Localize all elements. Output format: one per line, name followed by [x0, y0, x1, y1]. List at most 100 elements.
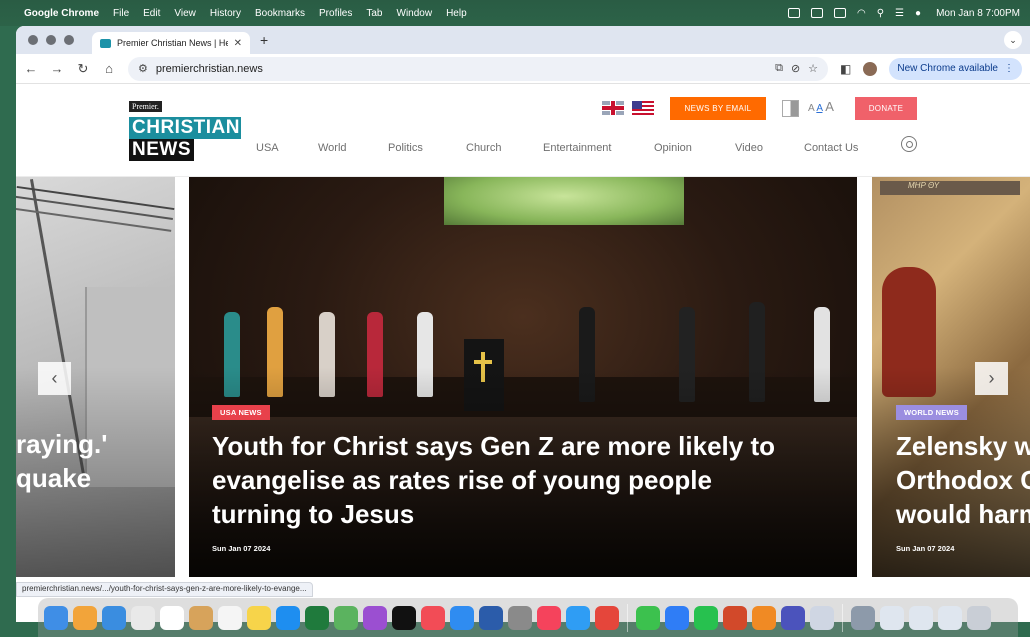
uk-flag-icon[interactable]	[602, 101, 624, 115]
install-app-icon[interactable]: ⧉	[775, 62, 783, 75]
zoom-window-button[interactable]	[64, 35, 74, 45]
back-arrow-icon[interactable]: ←	[24, 61, 38, 76]
nav-politics[interactable]: Politics	[388, 142, 423, 154]
menu-file[interactable]: File	[113, 8, 129, 19]
safari-icon[interactable]	[566, 605, 590, 630]
recent-window-icon[interactable]	[909, 605, 933, 630]
menu-edit[interactable]: Edit	[143, 8, 160, 19]
tab-premier-christian-news[interactable]: Premier Christian News | Hea ✕	[92, 32, 250, 54]
text-size-small[interactable]: A	[808, 103, 814, 114]
text-size-medium[interactable]: A	[816, 103, 822, 114]
mail-icon[interactable]	[102, 605, 126, 630]
nav-world[interactable]: World	[318, 142, 347, 154]
carousel-next-chevron-icon[interactable]: ›	[975, 362, 1008, 395]
control-center-icon[interactable]: ☰	[895, 8, 904, 19]
text-size-large[interactable]: A	[825, 99, 834, 114]
dock-separator	[627, 603, 628, 632]
menu-help[interactable]: Help	[446, 8, 467, 19]
word-icon[interactable]	[479, 605, 503, 630]
us-flag-icon[interactable]	[632, 101, 654, 115]
nav-opinion[interactable]: Opinion	[654, 142, 692, 154]
launchpad-icon[interactable]	[73, 605, 97, 630]
menu-profiles[interactable]: Profiles	[319, 8, 352, 19]
photos-icon[interactable]	[131, 605, 155, 630]
dock-separator	[842, 603, 843, 632]
nav-contact-us[interactable]: Contact Us	[804, 142, 858, 154]
spotlight-search-icon[interactable]: ⚲	[877, 8, 884, 19]
menu-bookmarks[interactable]: Bookmarks	[255, 8, 305, 19]
nav-usa[interactable]: USA	[256, 142, 279, 154]
tracking-protection-icon[interactable]: ⊘	[791, 62, 800, 75]
status-display-icon[interactable]	[810, 8, 823, 18]
powerpoint-icon[interactable]	[723, 605, 747, 630]
slide-headline[interactable]: Zelensky w Orthodox C would harm	[896, 429, 1030, 531]
recent-window-icon[interactable]	[938, 605, 962, 630]
contacts-icon[interactable]	[189, 605, 213, 630]
wifi-icon[interactable]: ◠	[857, 8, 866, 19]
nav-church[interactable]: Church	[466, 142, 501, 154]
app-menu-name[interactable]: Google Chrome	[24, 8, 99, 19]
close-window-button[interactable]	[28, 35, 38, 45]
app-store-icon[interactable]	[276, 605, 300, 630]
category-badge-world-news[interactable]: WORLD NEWS	[896, 405, 967, 420]
status-cloud-icon[interactable]	[787, 8, 800, 18]
nordvpn-icon[interactable]	[665, 605, 689, 630]
books-icon[interactable]	[752, 605, 776, 630]
reload-icon[interactable]: ↻	[76, 61, 90, 77]
excel-icon[interactable]	[305, 605, 329, 630]
menu-history[interactable]: History	[210, 8, 241, 19]
slide-headline[interactable]: raying.' quake	[16, 427, 107, 495]
reminders-icon[interactable]	[218, 605, 242, 630]
system-settings-icon[interactable]	[508, 605, 532, 630]
carousel-slide-current[interactable]: USA NEWS Youth for Christ says Gen Z are…	[189, 177, 857, 577]
news-icon[interactable]	[421, 605, 445, 630]
close-tab-icon[interactable]: ✕	[234, 38, 242, 49]
forward-arrow-icon[interactable]: →	[50, 61, 64, 76]
minimize-window-button[interactable]	[46, 35, 56, 45]
menu-view[interactable]: View	[174, 8, 196, 19]
messages-icon[interactable]	[636, 605, 660, 630]
premier-christian-news-logo[interactable]: Premier. CHRISTIAN NEWS	[129, 96, 241, 161]
finder-icon[interactable]	[44, 605, 68, 630]
preview-icon[interactable]	[810, 605, 834, 630]
whatsapp-icon[interactable]	[694, 605, 718, 630]
profile-avatar[interactable]	[863, 61, 878, 76]
slide-headline[interactable]: Youth for Christ says Gen Z are more lik…	[212, 429, 852, 531]
chrome-icon[interactable]	[595, 605, 619, 630]
recent-window-icon[interactable]	[880, 605, 904, 630]
address-bar-url[interactable]: premierchristian.news	[156, 63, 767, 75]
chrome-window: Premier Christian News | Hea ✕ + ⌄ ← → ↻…	[16, 26, 1030, 622]
menu-bar-clock[interactable]: Mon Jan 8 7:00PM	[936, 8, 1020, 19]
menu-window[interactable]: Window	[397, 8, 433, 19]
nav-video[interactable]: Video	[735, 142, 763, 154]
category-badge-usa-news[interactable]: USA NEWS	[212, 405, 270, 420]
trash-icon[interactable]	[967, 605, 991, 630]
apple-tv-icon[interactable]	[392, 605, 416, 630]
carousel-prev-chevron-icon[interactable]: ‹	[38, 362, 71, 395]
tab-search-chevron-icon[interactable]: ⌄	[1004, 31, 1022, 49]
nav-entertainment[interactable]: Entertainment	[543, 142, 611, 154]
teams-icon[interactable]	[781, 605, 805, 630]
new-tab-button[interactable]: +	[260, 32, 268, 48]
site-search-icon[interactable]	[901, 136, 917, 152]
music-icon[interactable]	[537, 605, 561, 630]
notes-icon[interactable]	[247, 605, 271, 630]
bookmark-star-icon[interactable]: ☆	[808, 62, 818, 75]
new-chrome-available-button[interactable]: New Chrome available ⋮	[889, 57, 1022, 80]
news-by-email-button[interactable]: NEWS BY EMAIL	[670, 97, 766, 120]
podcasts-icon[interactable]	[363, 605, 387, 630]
side-panel-icon[interactable]: ◧	[840, 62, 851, 76]
recent-document-icon[interactable]	[851, 605, 875, 630]
contrast-toggle-icon[interactable]	[782, 100, 799, 117]
home-icon[interactable]: ⌂	[102, 61, 116, 76]
headline-line: raying.'	[16, 429, 108, 459]
battery-icon[interactable]	[833, 8, 846, 18]
donate-button[interactable]: DONATE	[855, 97, 917, 120]
site-info-icon[interactable]: ⚙	[138, 62, 148, 75]
menu-tab[interactable]: Tab	[366, 8, 382, 19]
address-bar[interactable]: ⚙ premierchristian.news ⧉ ⊘ ☆	[128, 56, 829, 81]
calendar-icon[interactable]	[160, 605, 184, 630]
maps-icon[interactable]	[334, 605, 358, 630]
xcode-icon[interactable]	[450, 605, 474, 630]
siri-icon[interactable]: ●	[915, 8, 921, 19]
